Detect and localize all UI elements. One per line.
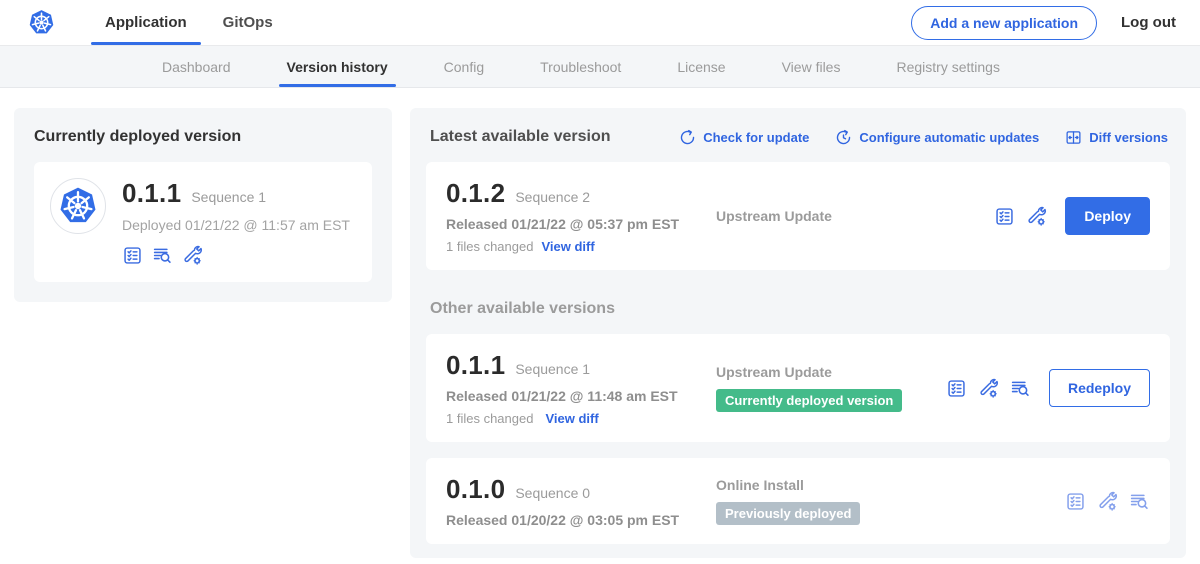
- source-label: Upstream Update: [716, 208, 994, 224]
- tab-application[interactable]: Application: [91, 0, 201, 45]
- card-actions: [1065, 491, 1150, 512]
- configure-automatic-updates-label: Configure automatic updates: [859, 130, 1039, 145]
- version-history-page: Currently deployed version 0.1.1 Sequenc…: [0, 88, 1200, 558]
- card-actions: Redeploy: [946, 369, 1150, 407]
- subtab-troubleshoot[interactable]: Troubleshoot: [540, 46, 621, 87]
- files-changed-label: 1 files changed: [446, 411, 533, 426]
- edit-config-icon[interactable]: [978, 378, 999, 399]
- deployed-card-actions: [122, 245, 350, 266]
- view-logs-icon[interactable]: [152, 245, 173, 266]
- edit-config-icon[interactable]: [182, 245, 203, 266]
- version-card-0-1-0: 0.1.0 Sequence 0 Released 01/20/22 @ 03:…: [426, 458, 1170, 544]
- app-icon-badge: [50, 178, 106, 234]
- preflight-checklist-icon[interactable]: [946, 378, 967, 399]
- sequence-label: Sequence 0: [515, 485, 590, 501]
- preflight-checklist-icon[interactable]: [1065, 491, 1086, 512]
- available-versions-panel: Latest available version Check for updat…: [410, 108, 1186, 558]
- subtab-version-history[interactable]: Version history: [287, 46, 388, 87]
- subtab-dashboard[interactable]: Dashboard: [162, 46, 231, 87]
- check-for-update-label: Check for update: [703, 130, 809, 145]
- deployed-timestamp: Deployed 01/21/22 @ 11:57 am EST: [122, 217, 350, 233]
- source-label: Online Install: [716, 477, 1065, 493]
- version-source: Online Install Previously deployed: [701, 477, 1065, 525]
- other-available-versions-title: Other available versions: [430, 300, 1170, 318]
- version-actions: Check for update Configure automatic upd…: [679, 129, 1168, 146]
- edit-config-icon[interactable]: [1026, 206, 1047, 227]
- app-logo: [26, 0, 57, 45]
- add-application-button[interactable]: Add a new application: [911, 6, 1097, 40]
- released-timestamp: Released 01/21/22 @ 05:37 pm EST: [446, 216, 701, 232]
- version-card-0-1-1: 0.1.1 Sequence 1 Released 01/21/22 @ 11:…: [426, 334, 1170, 442]
- deployed-panel-title: Currently deployed version: [34, 128, 372, 146]
- diff-icon: [1065, 129, 1082, 146]
- view-diff-link[interactable]: View diff: [541, 239, 594, 254]
- subtab-view-files[interactable]: View files: [782, 46, 841, 87]
- files-changed-label: 1 files changed: [446, 239, 533, 254]
- view-logs-icon[interactable]: [1129, 491, 1150, 512]
- released-timestamp: Released 01/21/22 @ 11:48 am EST: [446, 388, 701, 404]
- subtab-license[interactable]: License: [677, 46, 725, 87]
- source-label: Upstream Update: [716, 364, 946, 380]
- sequence-label: Sequence 1: [191, 189, 266, 205]
- card-actions: Deploy: [994, 197, 1150, 235]
- preflight-checklist-icon[interactable]: [994, 206, 1015, 227]
- logout-button[interactable]: Log out: [1121, 14, 1176, 31]
- version-number: 0.1.0: [446, 474, 505, 505]
- subtab-config[interactable]: Config: [444, 46, 484, 87]
- version-info: 0.1.0 Sequence 0 Released 01/20/22 @ 03:…: [446, 474, 701, 528]
- version-number: 0.1.1: [122, 178, 181, 209]
- previously-deployed-badge: Previously deployed: [716, 502, 860, 525]
- diff-versions-link[interactable]: Diff versions: [1065, 129, 1168, 146]
- configure-automatic-updates-link[interactable]: Configure automatic updates: [835, 129, 1039, 146]
- refresh-icon: [679, 129, 696, 146]
- redeploy-button[interactable]: Redeploy: [1049, 369, 1150, 407]
- released-timestamp: Released 01/20/22 @ 03:05 pm EST: [446, 512, 701, 528]
- available-panel-header: Latest available version Check for updat…: [426, 124, 1170, 146]
- deploy-button[interactable]: Deploy: [1065, 197, 1150, 235]
- version-number: 0.1.2: [446, 178, 505, 209]
- sequence-label: Sequence 1: [515, 361, 590, 377]
- app-subnav: Dashboard Version history Config Trouble…: [0, 46, 1200, 88]
- tab-gitops[interactable]: GitOps: [209, 0, 287, 45]
- top-tabs: Application GitOps: [91, 0, 295, 45]
- currently-deployed-badge: Currently deployed version: [716, 389, 902, 412]
- top-nav: Application GitOps Add a new application…: [0, 0, 1200, 46]
- view-logs-icon[interactable]: [1010, 378, 1031, 399]
- sequence-label: Sequence 2: [515, 189, 590, 205]
- deployed-version-card: 0.1.1 Sequence 1 Deployed 01/21/22 @ 11:…: [34, 162, 372, 282]
- version-info: 0.1.2 Sequence 2 Released 01/21/22 @ 05:…: [446, 178, 701, 254]
- version-number: 0.1.1: [446, 350, 505, 381]
- kubernetes-icon: [26, 7, 57, 38]
- currently-deployed-panel: Currently deployed version 0.1.1 Sequenc…: [14, 108, 392, 302]
- deployed-version-info: 0.1.1 Sequence 1 Deployed 01/21/22 @ 11:…: [122, 178, 350, 266]
- preflight-checklist-icon[interactable]: [122, 245, 143, 266]
- version-source: Upstream Update: [701, 208, 994, 224]
- version-card-0-1-2: 0.1.2 Sequence 2 Released 01/21/22 @ 05:…: [426, 162, 1170, 270]
- version-source: Upstream Update Currently deployed versi…: [701, 364, 946, 412]
- diff-versions-label: Diff versions: [1089, 130, 1168, 145]
- version-info: 0.1.1 Sequence 1 Released 01/21/22 @ 11:…: [446, 350, 701, 426]
- view-diff-link[interactable]: View diff: [545, 411, 598, 426]
- auto-update-icon: [835, 129, 852, 146]
- top-right-actions: Add a new application Log out: [911, 0, 1176, 45]
- check-for-update-link[interactable]: Check for update: [679, 129, 809, 146]
- latest-available-title: Latest available version: [430, 128, 611, 146]
- subtab-registry-settings[interactable]: Registry settings: [896, 46, 999, 87]
- edit-config-icon[interactable]: [1097, 491, 1118, 512]
- kubernetes-icon: [55, 183, 101, 229]
